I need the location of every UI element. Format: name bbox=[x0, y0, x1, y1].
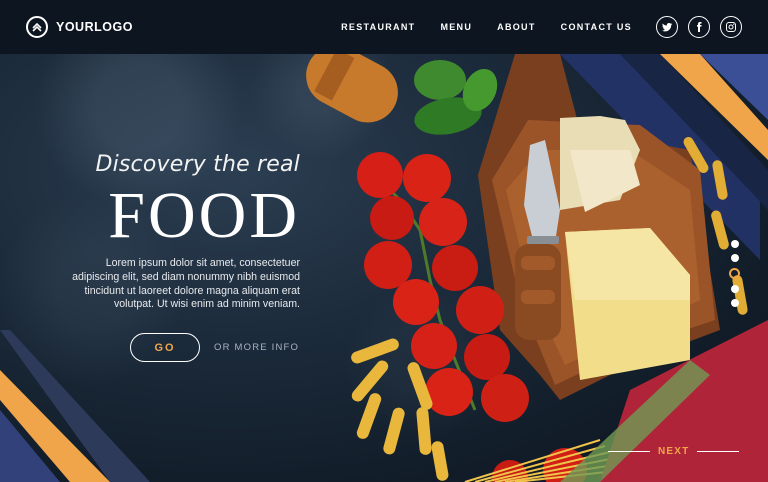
slider-dot[interactable] bbox=[730, 240, 739, 248]
next-label: NEXT bbox=[658, 446, 690, 457]
nav-contact-us[interactable]: CONTACT US bbox=[561, 22, 632, 32]
slider-dot[interactable] bbox=[730, 285, 739, 293]
hero-actions: GO OR MORE INFO bbox=[130, 333, 299, 362]
hero-tagline: Discovery the real bbox=[95, 152, 300, 177]
slider-dot[interactable] bbox=[730, 299, 739, 307]
logo-icon bbox=[26, 16, 48, 38]
social-links bbox=[656, 16, 742, 38]
basil bbox=[414, 60, 498, 135]
instagram-icon[interactable] bbox=[720, 16, 742, 38]
hero-description: Lorem ipsum dolor sit amet, consectetuer… bbox=[72, 257, 300, 311]
go-button[interactable]: GO bbox=[130, 333, 200, 362]
next-divider-left bbox=[608, 451, 650, 452]
next-slide-control[interactable]: NEXT bbox=[608, 446, 740, 457]
main-nav: RESTAURANT MENU ABOUT CONTACT US bbox=[341, 22, 632, 32]
slider-pagination bbox=[729, 240, 740, 307]
facebook-icon[interactable] bbox=[688, 16, 710, 38]
hero-text-block: Discovery the real FOOD Lorem ipsum dolo… bbox=[60, 152, 300, 312]
nav-about[interactable]: ABOUT bbox=[497, 22, 536, 32]
logo[interactable]: YOURLOGO bbox=[26, 16, 133, 38]
logo-text: YOURLOGO bbox=[56, 20, 133, 34]
hero-headline: FOOD bbox=[108, 179, 300, 252]
nav-menu[interactable]: MENU bbox=[440, 22, 472, 32]
slider-dot-active[interactable] bbox=[729, 268, 740, 279]
nav-restaurant[interactable]: RESTAURANT bbox=[341, 22, 415, 32]
more-info-link[interactable]: OR MORE INFO bbox=[214, 342, 299, 353]
slider-dot[interactable] bbox=[730, 254, 739, 262]
top-navigation-bar: YOURLOGO RESTAURANT MENU ABOUT CONTACT U… bbox=[0, 0, 768, 54]
twitter-icon[interactable] bbox=[656, 16, 678, 38]
next-divider-right bbox=[697, 451, 740, 452]
